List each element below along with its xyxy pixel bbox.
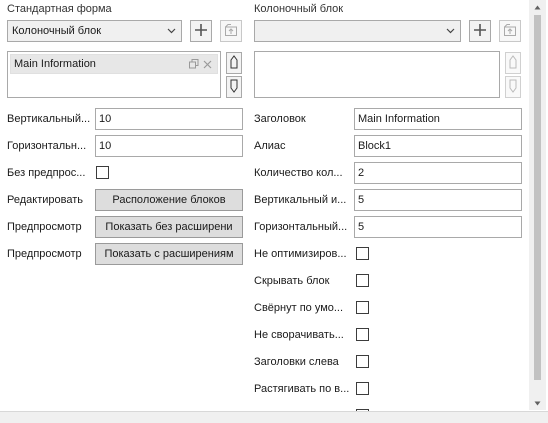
block-layout-button[interactable]: Расположение блоков	[95, 189, 243, 211]
add-block-button[interactable]	[190, 20, 212, 42]
left-section-title: Стандартная форма	[7, 3, 112, 15]
no-optimize-checkbox[interactable]	[356, 247, 369, 260]
import-icon	[224, 23, 238, 40]
add-column-button[interactable]	[469, 20, 491, 42]
no-collapse-checkbox[interactable]	[356, 328, 369, 341]
hide-block-checkbox[interactable]	[356, 274, 369, 287]
move-up-icon	[230, 54, 238, 72]
column-count-label: Количество кол...	[254, 167, 343, 179]
no-optimize-label: Не оптимизиров...	[254, 248, 347, 260]
vertical-spacing-input[interactable]: 10	[95, 108, 243, 130]
collapsed-default-checkbox[interactable]	[356, 301, 369, 314]
no-collapse-label: Не сворачивать...	[254, 329, 344, 341]
headers-left-checkbox[interactable]	[356, 355, 369, 368]
collapsed-default-label: Свёрнут по умо...	[254, 302, 344, 314]
column-count-input[interactable]: 2	[354, 162, 522, 184]
move-down-button[interactable]	[226, 76, 242, 98]
plus-icon	[473, 23, 487, 40]
vertical-scrollbar[interactable]	[529, 0, 546, 410]
alias-label: Алиас	[254, 140, 286, 152]
horizontal-scrollbar[interactable]	[0, 411, 548, 423]
list-item-label: Main Information	[14, 58, 96, 70]
move-up-button[interactable]	[505, 52, 521, 74]
vertical-spacing-label: Вертикальный и...	[254, 194, 347, 206]
column-block-combo[interactable]	[254, 20, 461, 42]
scroll-down-icon[interactable]	[529, 396, 546, 410]
form-type-combo-value: Колоночный блок	[12, 25, 102, 37]
stretch-label: Растягивать по в...	[254, 383, 350, 395]
horizontal-spacing-input[interactable]: 5	[354, 216, 522, 238]
preview-with-extensions-button[interactable]: Показать с расширениям	[95, 243, 243, 265]
preview-label: Предпросмотр	[7, 248, 82, 260]
move-down-button[interactable]	[505, 76, 521, 98]
left-block-list[interactable]: Main Information	[7, 51, 221, 98]
preview-label: Предпросмотр	[7, 221, 82, 233]
move-down-icon	[230, 79, 238, 96]
header-input[interactable]: Main Information	[354, 108, 522, 130]
copy-icon[interactable]	[188, 59, 199, 70]
right-column-list[interactable]	[254, 51, 500, 98]
no-preview-label: Без предпрос...	[7, 167, 86, 179]
horizontal-spacing-label: Горизонтальн...	[7, 140, 87, 152]
import-column-button[interactable]	[499, 20, 521, 42]
no-preview-checkbox[interactable]	[96, 166, 109, 179]
preview-without-extensions-button[interactable]: Показать без расширени	[95, 216, 243, 238]
scroll-up-icon[interactable]	[529, 0, 546, 14]
chevron-down-icon	[444, 26, 456, 36]
hide-block-label: Скрывать блок	[254, 275, 330, 287]
vertical-spacing-input[interactable]: 5	[354, 189, 522, 211]
stretch-checkbox[interactable]	[356, 382, 369, 395]
move-up-icon	[509, 54, 517, 72]
horizontal-spacing-label: Горизонтальный...	[254, 221, 348, 233]
scrollbar-thumb[interactable]	[534, 15, 541, 380]
chevron-down-icon	[165, 26, 177, 36]
form-type-combo[interactable]: Колоночный блок	[7, 20, 182, 42]
move-down-icon	[509, 79, 517, 96]
import-icon	[503, 23, 517, 40]
right-section-title: Колоночный блок	[254, 3, 344, 15]
alias-input[interactable]: Block1	[354, 135, 522, 157]
headers-left-label: Заголовки слева	[254, 356, 339, 368]
vertical-spacing-label: Вертикальный...	[7, 113, 91, 125]
close-icon[interactable]	[202, 59, 213, 70]
header-label: Заголовок	[254, 113, 306, 125]
plus-icon	[194, 23, 208, 40]
import-block-button[interactable]	[220, 20, 242, 42]
horizontal-spacing-input[interactable]: 10	[95, 135, 243, 157]
edit-label: Редактировать	[7, 194, 83, 206]
list-item[interactable]: Main Information	[10, 54, 218, 74]
move-up-button[interactable]	[226, 52, 242, 74]
